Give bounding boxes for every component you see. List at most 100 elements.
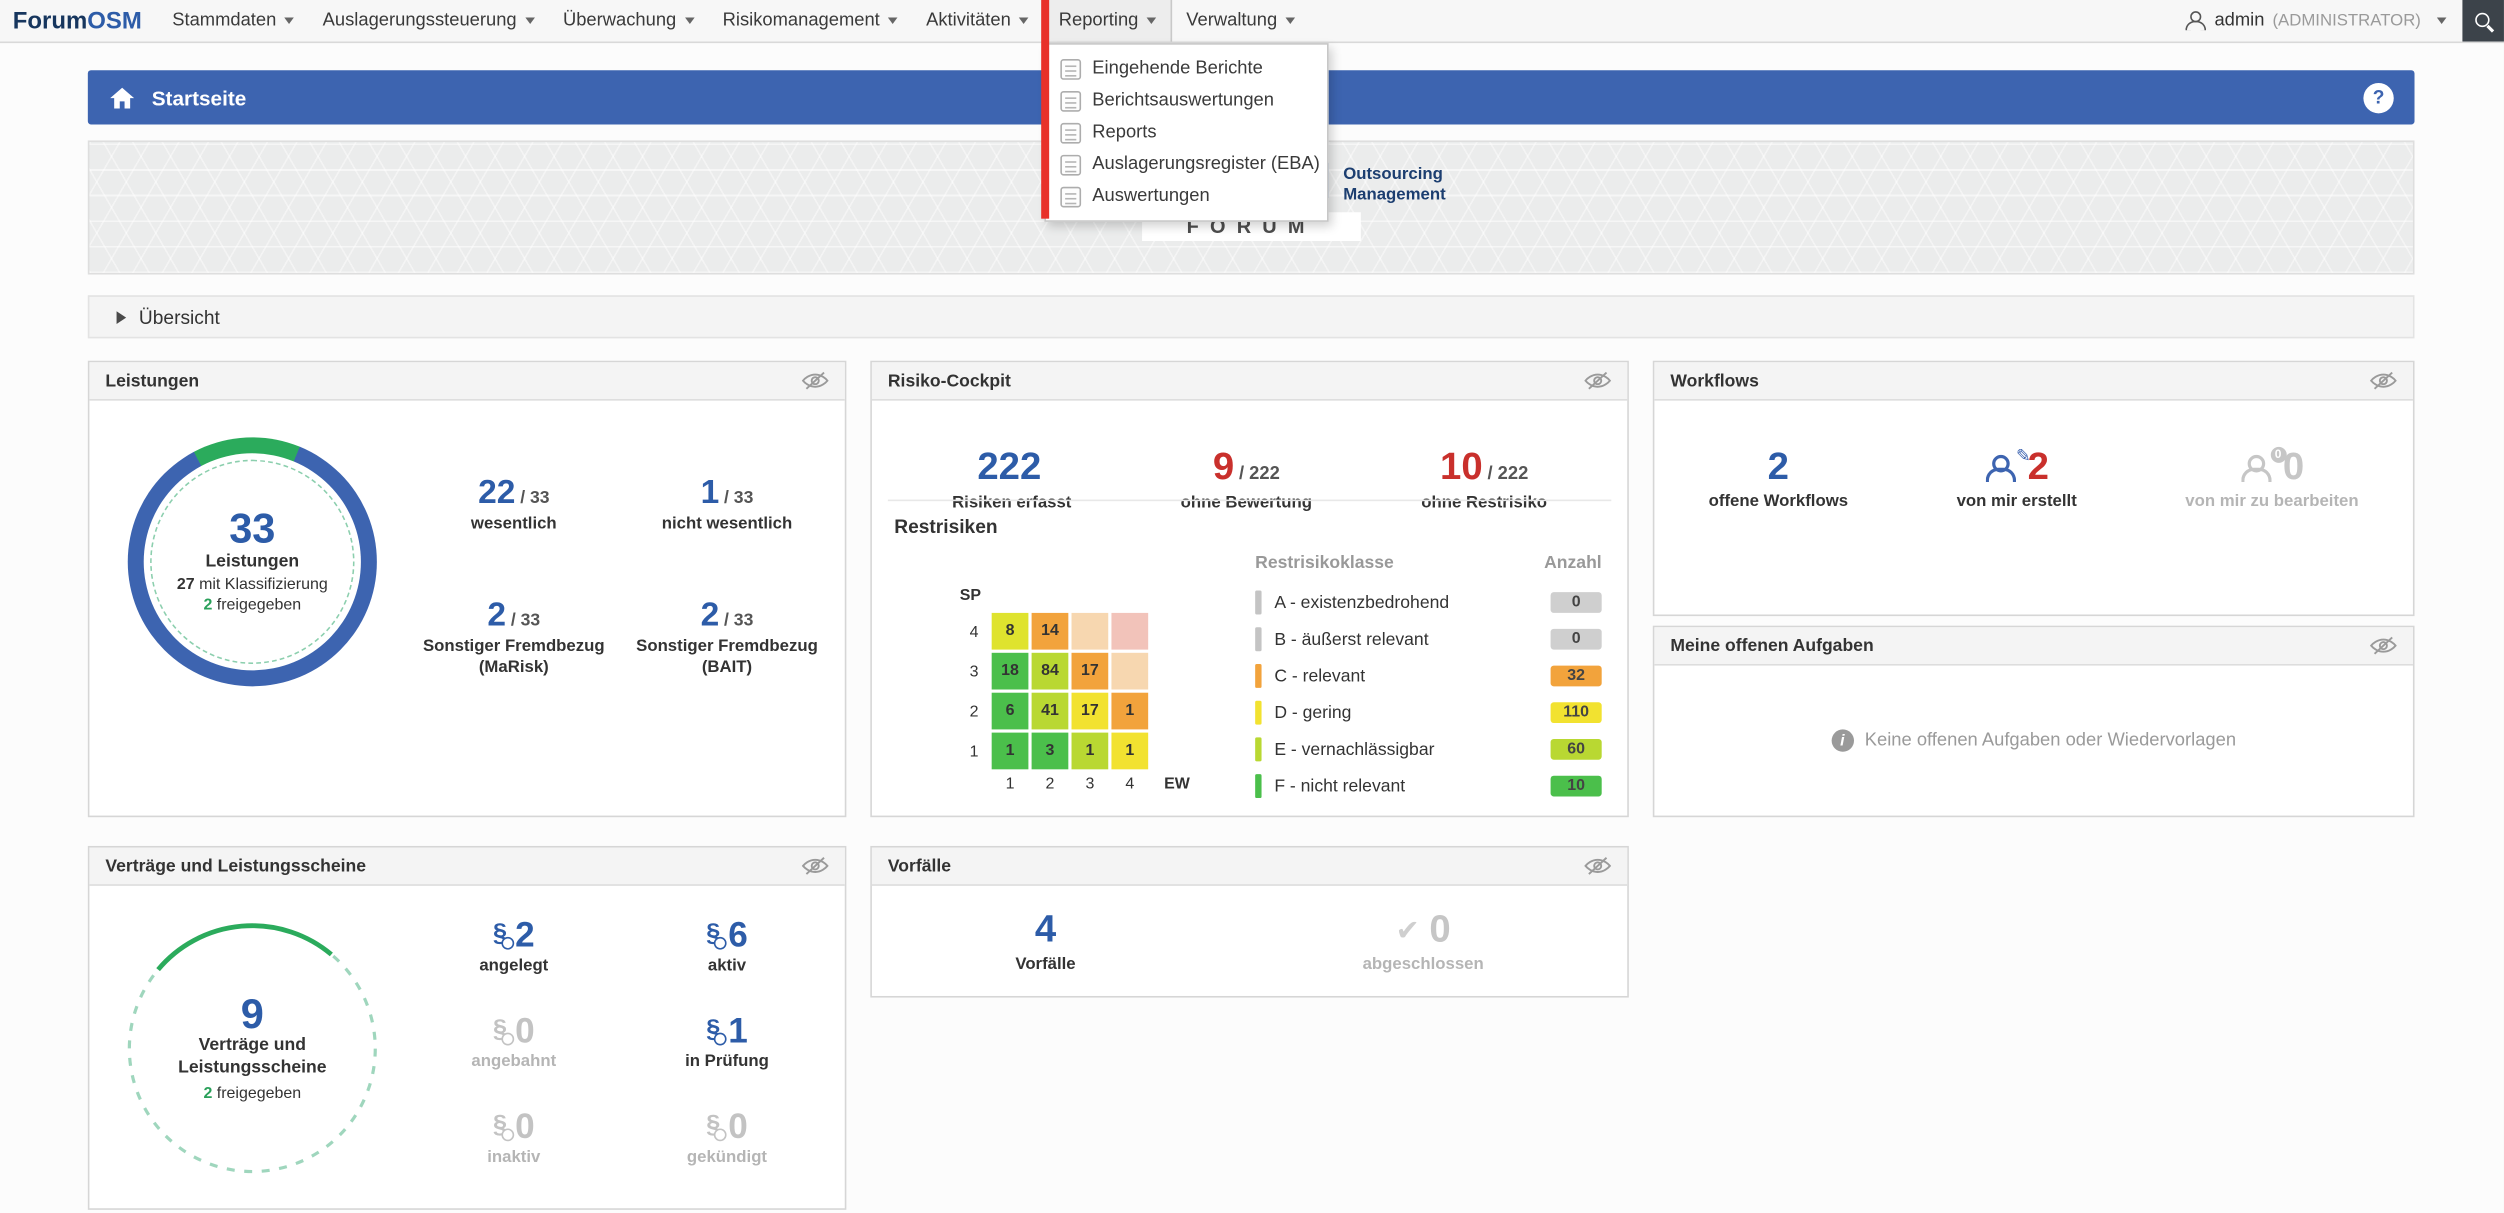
- vertrag-stat: 0 inaktiv: [412, 1109, 616, 1166]
- legend-rows: A - existenzbedrohend 0 B - äußerst rele…: [1255, 584, 1602, 804]
- banner-tagline: OutsourcingManagement: [1343, 165, 1446, 204]
- risk-matrix-cell: 18: [992, 653, 1029, 690]
- legend-row: C - relevant 32: [1255, 658, 1602, 695]
- card-header: Workflows: [1654, 362, 2413, 400]
- leistung-stat: 1/ 33 nicht wesentlich: [625, 474, 829, 536]
- menu-item-reporting[interactable]: Reporting Eingehende Berichte Berichtsau…: [1043, 0, 1172, 41]
- risk-matrix-cell: 8: [992, 613, 1029, 650]
- risk-matrix-cell: [1111, 613, 1148, 650]
- matrix-col-labels: 1234: [992, 776, 1152, 794]
- app-logo-part2: OSM: [87, 7, 142, 34]
- donut-center-text: 9 Verträge und Leistungsscheine 2 freige…: [125, 921, 381, 1176]
- card-header: Verträge und Leistungsscheine: [89, 848, 844, 886]
- vorfall-stat-done: 0 abgeschlossen: [1363, 911, 1484, 973]
- legend-header-count: Anzahl: [1544, 554, 1602, 573]
- risk-legend: Restrisikoklasse Anzahl A - existenzbedr…: [1255, 554, 1602, 805]
- legend-row: B - äußerst relevant 0: [1255, 621, 1602, 658]
- app-logo[interactable]: ForumOSM: [13, 0, 142, 41]
- legend-label: F - nicht relevant: [1274, 777, 1537, 796]
- report-icon: [1060, 154, 1081, 175]
- menu-item-stammdaten[interactable]: Stammdaten: [158, 0, 308, 41]
- app-window: ForumOSM Stammdaten Auslagerungssteuerun…: [0, 0, 2504, 1213]
- donut-center-text: 33 Leistungen 27 mit Klassifizierung 2 f…: [128, 437, 377, 686]
- card-workflows: Workflows 2 offene Workflows 2 von mir e…: [1653, 361, 2415, 616]
- card-vorfaelle: Vorfälle 4 Vorfälle 0 abgeschlossen: [870, 846, 1629, 998]
- legend-count-badge: 32: [1551, 666, 1602, 687]
- matrix-row-label: 1: [963, 733, 985, 773]
- vertrag-stat: 0 angebahnt: [412, 1014, 616, 1071]
- user-name: admin: [2214, 11, 2264, 30]
- risk-matrix-cell: 17: [1072, 653, 1109, 690]
- vertraege-stats: 2 angelegt 6 aktiv 0 angebahnt: [412, 918, 829, 1167]
- workflow-stat-open: 2 offene Workflows: [1709, 449, 1848, 511]
- paragraph-icon: [493, 923, 507, 949]
- legend-label: B - äußerst relevant: [1274, 630, 1537, 649]
- legend-row: F - nicht relevant 10: [1255, 768, 1602, 805]
- matrix-row-labels: 4321: [963, 613, 985, 773]
- legend-color-bar: [1255, 664, 1261, 688]
- chevron-down-icon: [2437, 18, 2447, 24]
- matrix-y-axis-label: SP: [960, 587, 981, 605]
- vorfaelle-stats: 4 Vorfälle 0 abgeschlossen: [872, 886, 1627, 974]
- main-menu: Stammdaten Auslagerungssteuerung Überwac…: [158, 0, 1309, 41]
- risk-matrix: SP 4321 8141884176411711311 1234 EW: [960, 578, 1255, 809]
- user-menu[interactable]: admin (ADMINISTRATOR): [2170, 11, 2463, 30]
- reporting-menu-item[interactable]: Berichtsauswertungen: [1046, 85, 1327, 117]
- hide-widget-icon[interactable]: [2370, 370, 2397, 391]
- legend-label: E - vernachlässigbar: [1274, 740, 1537, 759]
- hide-widget-icon[interactable]: [802, 370, 829, 391]
- risk-matrix-cell: [1111, 653, 1148, 690]
- vertraege-donut-chart: 9 Verträge und Leistungsscheine 2 freige…: [125, 921, 381, 1176]
- leistung-stat: 2/ 33 Sonstiger Fremdbezug (BAIT): [625, 596, 829, 679]
- risk-matrix-cell: 1: [1072, 733, 1109, 770]
- divider: [888, 500, 1611, 502]
- hide-widget-icon[interactable]: [2370, 635, 2397, 656]
- menu-item-auslagerungssteuerung[interactable]: Auslagerungssteuerung: [308, 0, 548, 41]
- menu-item-ueberwachung[interactable]: Überwachung: [549, 0, 709, 41]
- hide-widget-icon[interactable]: [802, 856, 829, 877]
- menu-item-verwaltung[interactable]: Verwaltung: [1172, 0, 1309, 41]
- help-button[interactable]: ?: [2363, 82, 2393, 112]
- card-title: Meine offenen Aufgaben: [1670, 636, 1873, 655]
- card-title: Leistungen: [105, 371, 199, 390]
- reporting-menu-item[interactable]: Auslagerungsregister (EBA): [1046, 148, 1327, 180]
- card-header: Leistungen: [89, 362, 844, 400]
- reporting-menu-item[interactable]: Reports: [1046, 117, 1327, 149]
- risk-matrix-cell: 1: [992, 733, 1029, 770]
- vertrag-stat: 6 aktiv: [625, 918, 829, 975]
- search-button[interactable]: [2462, 0, 2504, 41]
- paragraph-icon: [493, 1018, 507, 1044]
- legend-row: A - existenzbedrohend 0: [1255, 584, 1602, 621]
- menu-item-risikomanagement[interactable]: Risikomanagement: [708, 0, 912, 41]
- legend-color-bar: [1255, 774, 1261, 798]
- red-indicator-bar: [1041, 0, 1049, 219]
- reporting-menu-item[interactable]: Eingehende Berichte: [1046, 53, 1327, 85]
- info-icon: [1831, 729, 1853, 751]
- hide-widget-icon[interactable]: [1584, 370, 1611, 391]
- vertrag-stat: 2 angelegt: [412, 918, 616, 975]
- legend-color-bar: [1255, 591, 1261, 615]
- legend-count-badge: 0: [1551, 629, 1602, 650]
- risk-matrix-cell: 41: [1032, 693, 1069, 730]
- risk-matrix-cell: [1072, 613, 1109, 650]
- legend-count-badge: 110: [1551, 702, 1602, 723]
- workflow-stat-created: 2 von mir erstellt: [1957, 449, 2077, 511]
- card-risiko-cockpit: Risiko-Cockpit 222 Risiken erfasst 9/ 22…: [870, 361, 1629, 817]
- hide-widget-icon[interactable]: [1584, 856, 1611, 877]
- matrix-col-label: 1: [992, 776, 1029, 794]
- menu-item-aktivitaeten[interactable]: Aktivitäten: [912, 0, 1043, 41]
- risiko-stat: 222 Risiken erfasst: [952, 445, 1071, 512]
- chevron-down-icon: [284, 18, 294, 24]
- user-role: (ADMINISTRATOR): [2272, 11, 2420, 30]
- uebersicht-toggle[interactable]: Übersicht: [88, 295, 2415, 338]
- home-icon[interactable]: [109, 85, 136, 109]
- user-icon: [2186, 11, 2207, 30]
- risiko-stats: 222 Risiken erfasst 9/ 222 ohne Bewertun…: [872, 401, 1627, 513]
- legend-label: C - relevant: [1274, 666, 1537, 685]
- report-icon: [1060, 122, 1081, 143]
- card-aufgaben: Meine offenen Aufgaben Keine offenen Auf…: [1653, 626, 2415, 818]
- chevron-down-icon: [888, 18, 898, 24]
- reporting-menu-item[interactable]: Auswertungen: [1046, 180, 1327, 212]
- legend-color-bar: [1255, 737, 1261, 761]
- card-header: Vorfälle: [872, 848, 1627, 886]
